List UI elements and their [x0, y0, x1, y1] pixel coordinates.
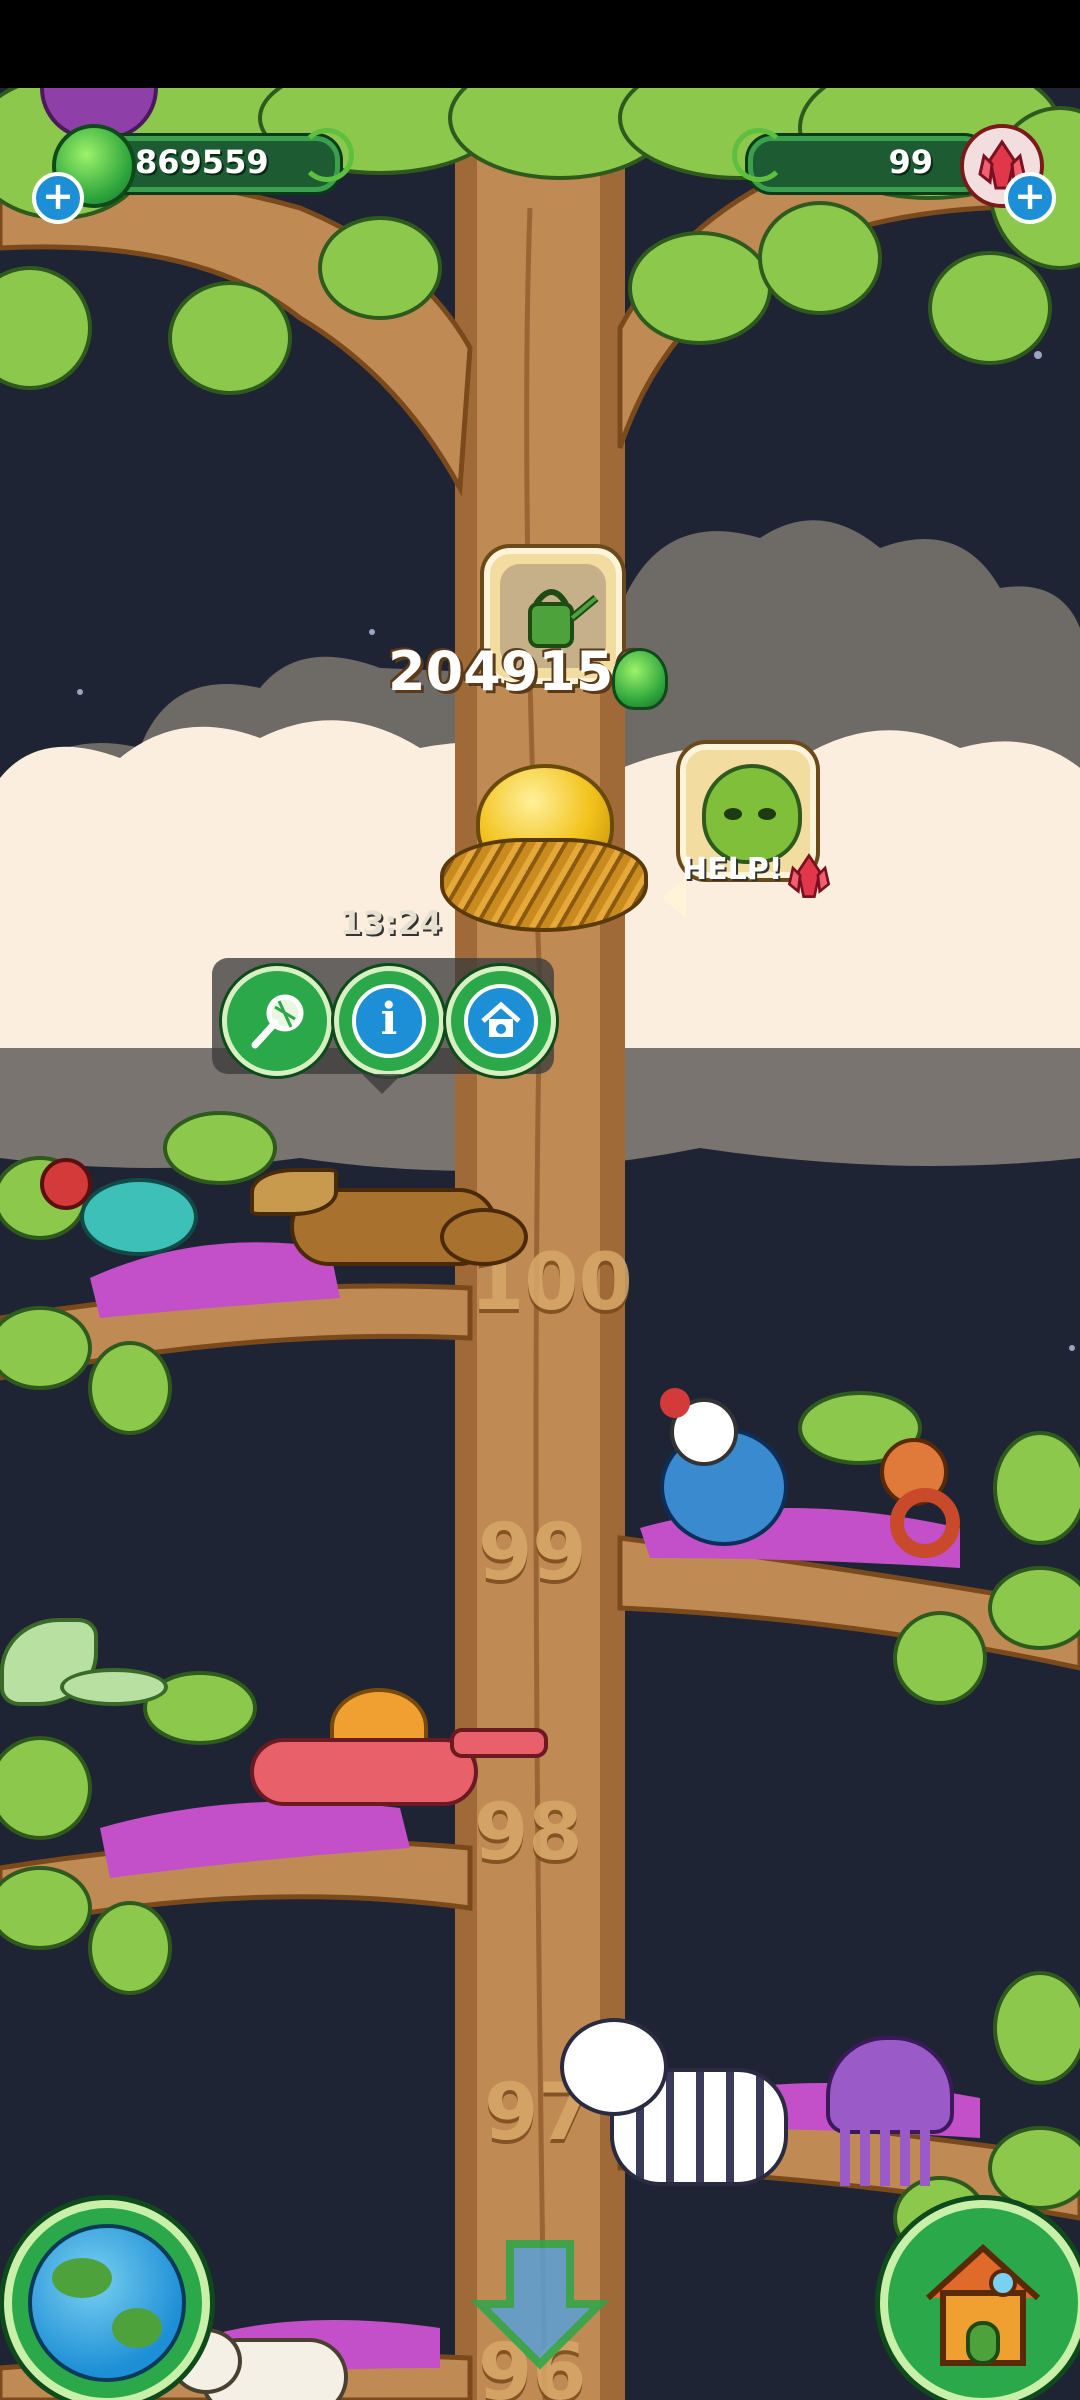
hatch-timer: 13:24 — [340, 904, 442, 942]
green-goo-icon — [612, 648, 668, 710]
net-icon — [251, 994, 304, 1049]
star — [77, 689, 83, 695]
down-arrow-icon — [470, 2240, 610, 2370]
action-bar: i — [212, 958, 556, 1076]
star — [1069, 1345, 1075, 1351]
worm-creature[interactable] — [860, 1428, 970, 1558]
leaf-creature-icon — [702, 764, 802, 864]
wolf-creature[interactable] — [250, 1148, 528, 1278]
add-goo-button[interactable]: + — [32, 172, 84, 224]
shrimp-creature[interactable] — [40, 1148, 198, 1268]
globe-icon — [28, 2224, 186, 2382]
vine-icon — [300, 128, 354, 182]
star — [1034, 351, 1042, 359]
rooster-creature[interactable] — [640, 1388, 800, 1548]
info-icon: i — [352, 984, 426, 1058]
vine-icon — [732, 128, 786, 182]
info-button[interactable]: i — [334, 966, 444, 1076]
red-crystal-icon — [784, 852, 834, 906]
pet-house-button[interactable] — [446, 966, 556, 1076]
dinosaur-creature[interactable] — [220, 1688, 548, 1848]
level-number-99: 99 — [478, 1508, 587, 1598]
pet-house-icon — [464, 984, 538, 1058]
game-scene[interactable]: 869559 + 99 + 2049156 HELP! 13:24 i 100 … — [0, 88, 1080, 2400]
action-bar-pointer — [362, 1074, 402, 1094]
star — [369, 629, 375, 635]
home-icon — [925, 2243, 1041, 2366]
world-map-button[interactable] — [4, 2200, 210, 2400]
home-button[interactable] — [880, 2200, 1080, 2400]
white-tiger-creature[interactable] — [560, 2008, 790, 2198]
gem-count: 99 — [888, 143, 933, 181]
help-label: HELP! — [682, 852, 783, 887]
net-button[interactable] — [222, 966, 332, 1076]
add-gems-button[interactable]: + — [1004, 172, 1056, 224]
nest — [440, 838, 648, 932]
moth-creature[interactable] — [0, 1608, 168, 1718]
status-bar — [0, 0, 1080, 88]
upgrade-cost: 2049156 — [388, 640, 652, 703]
scroll-down-button[interactable] — [470, 2234, 610, 2374]
jellyfish-creature[interactable] — [820, 2036, 954, 2196]
goo-count: 869559 — [135, 143, 269, 181]
